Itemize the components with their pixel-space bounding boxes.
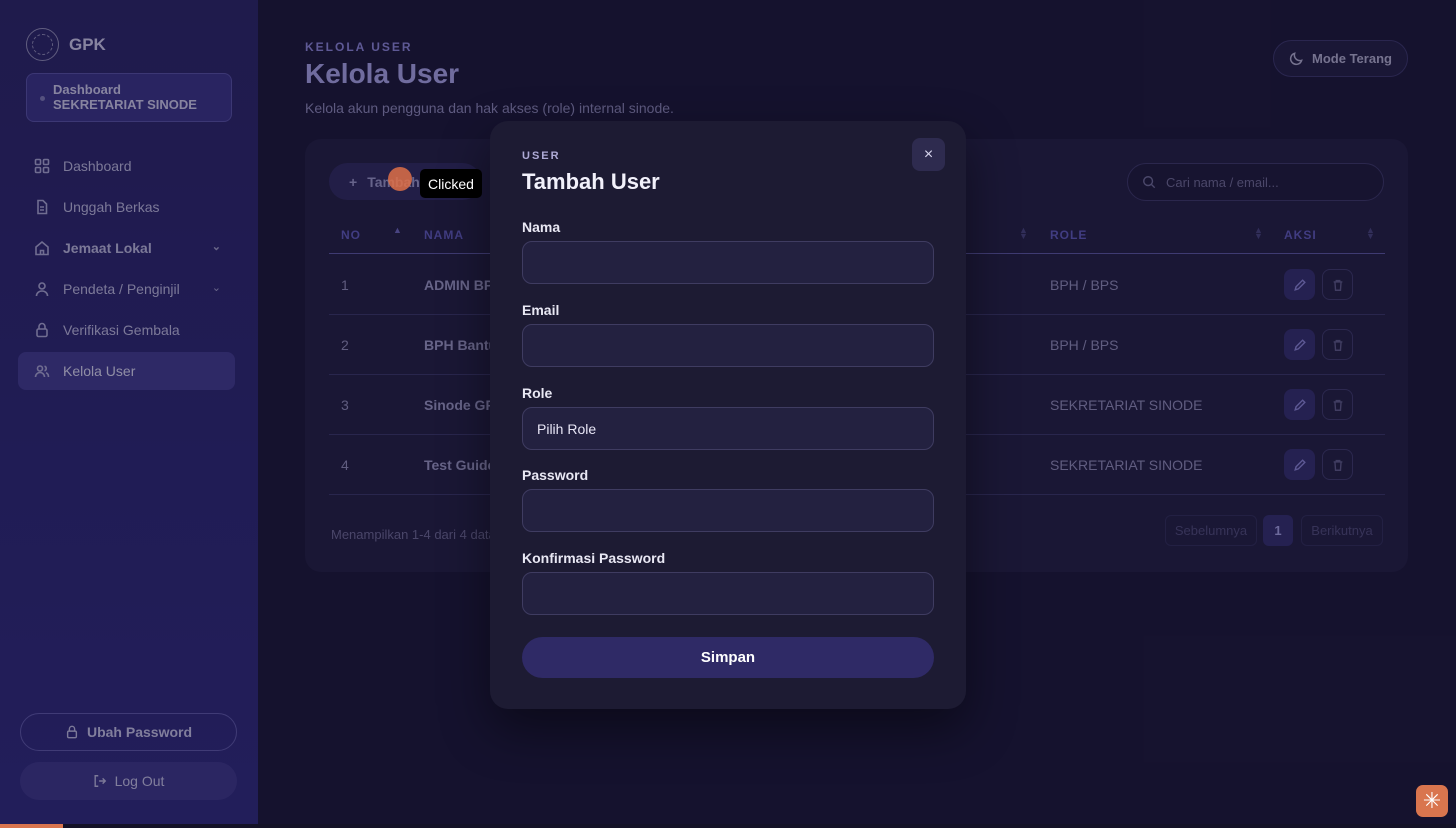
role-label: Role (522, 385, 553, 401)
click-marker (388, 167, 412, 191)
password-input[interactable] (522, 489, 934, 532)
modal-eyebrow: USER (522, 150, 561, 162)
close-icon: × (923, 145, 934, 163)
name-label: Nama (522, 219, 561, 235)
confirm-password-label: Konfirmasi Password (522, 550, 666, 566)
name-input[interactable] (522, 241, 934, 284)
save-button[interactable]: Simpan (522, 637, 934, 678)
password-label: Password (522, 467, 589, 483)
add-user-modal: USER Tambah User × Nama Email Role Pilih… (490, 121, 966, 709)
sparkle-icon[interactable]: ✳ (1416, 785, 1448, 817)
progress-fill (0, 824, 63, 828)
role-select[interactable]: Pilih Role (522, 407, 934, 450)
progress-bar (0, 824, 1456, 828)
email-input[interactable] (522, 324, 934, 367)
close-button[interactable]: × (912, 138, 945, 171)
click-tooltip: Clicked (420, 169, 482, 198)
modal-title: Tambah User (522, 169, 660, 194)
role-select-value: Pilih Role (537, 420, 597, 437)
confirm-password-input[interactable] (522, 572, 934, 615)
email-label: Email (522, 302, 560, 318)
